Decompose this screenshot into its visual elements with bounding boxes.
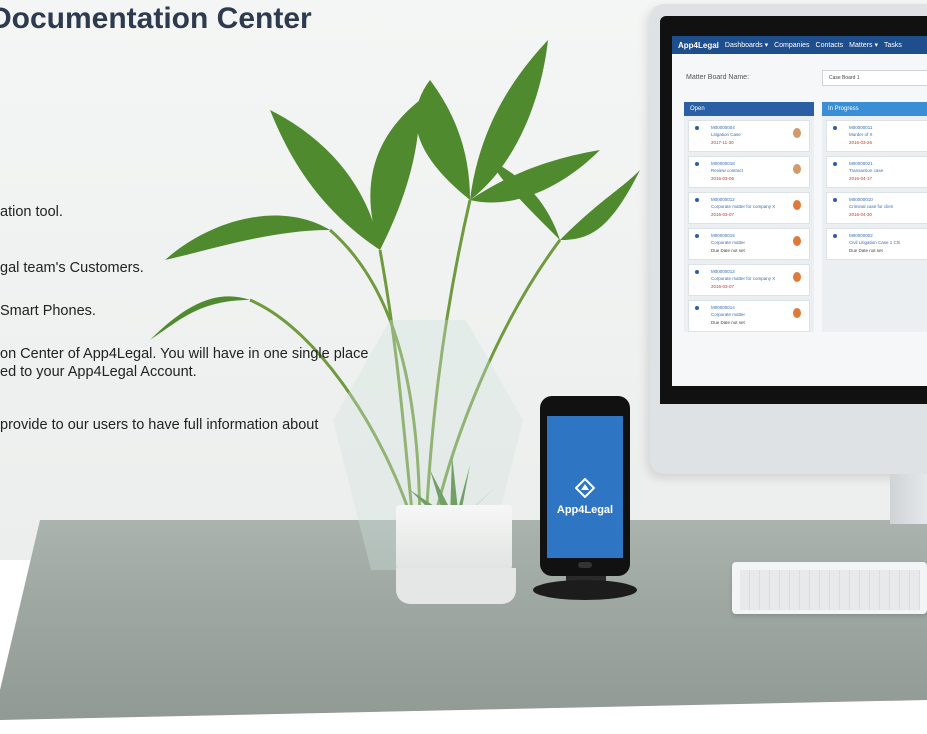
card-name: Criminal case for clien — [849, 204, 894, 209]
card-id: M00000012 — [711, 197, 735, 202]
matter-card[interactable]: M00000012 Corporate matter for company X 2… — [688, 192, 810, 224]
nav-companies[interactable]: Companies — [774, 42, 809, 49]
card-id: M00000004 — [711, 125, 735, 130]
card-date: 2017-11-30 — [711, 140, 734, 145]
column-header: Open — [684, 102, 814, 116]
card-id: M00000011 — [849, 125, 873, 130]
intro-line-4: on Center of App4Legal. You will have in… — [0, 346, 369, 362]
board-column-in-progress: In Progress M00000011 Murder of X 2016-03-… — [822, 102, 927, 332]
card-id: M00000015 — [711, 233, 735, 238]
keyboard — [732, 562, 927, 614]
intro-line-2: gal team's Customers. — [0, 260, 144, 276]
matter-card[interactable]: M00000002 Civil Litigation Case 1 Chi Due … — [826, 228, 927, 260]
card-date: 2016-03-26 — [849, 140, 873, 145]
smartphone: App4Legal — [540, 396, 630, 576]
avatar-icon — [793, 308, 801, 318]
matter-board-label: Matter Board Name: — [686, 74, 750, 81]
card-name: Transaction case — [849, 168, 884, 173]
intro-line-5: ed to your App4Legal Account. — [0, 364, 197, 380]
status-dot-icon — [833, 198, 837, 202]
card-date: Due Date not set — [711, 248, 745, 253]
phone-app-name: App4Legal — [556, 504, 614, 516]
card-name: Review contract — [711, 168, 744, 173]
status-dot-icon — [695, 306, 699, 310]
page-title: Documentation Center — [0, 2, 312, 36]
intro-line-3: Smart Phones. — [0, 303, 96, 319]
matter-board-select[interactable]: Case Board 1 — [822, 70, 927, 86]
matter-card[interactable]: M00000013 Corporate matter for company X 2… — [688, 264, 810, 296]
card-date: 2016-03-07 — [711, 284, 735, 289]
avatar-icon — [793, 200, 801, 210]
matter-card[interactable]: M00000015 Corporate matter Due Date not se… — [688, 228, 810, 260]
card-id: M00000010 — [849, 197, 873, 202]
phone-dock — [533, 580, 637, 600]
column-header: In Progress — [822, 102, 927, 116]
status-dot-icon — [833, 126, 837, 130]
status-dot-icon — [695, 234, 699, 238]
keyboard-keys — [740, 570, 920, 610]
matter-card[interactable]: M00000010 Criminal case for clien 2016-04-… — [826, 192, 927, 224]
avatar-icon — [793, 236, 801, 246]
nav-matters[interactable]: Matters ▾ — [849, 41, 878, 49]
phone-screen: App4Legal — [547, 416, 623, 558]
status-dot-icon — [695, 198, 699, 202]
card-id: M00000014 — [711, 305, 735, 310]
card-id: M00000018 — [711, 161, 735, 166]
avatar-icon — [793, 164, 801, 174]
matter-card[interactable]: M00000011 Murder of X 2016-03-26 — [826, 120, 927, 152]
matter-card[interactable]: M00000004 Litigation Case 2017-11-30 — [688, 120, 810, 152]
app-navbar: App4Legal Dashboards ▾ Companies Contact… — [672, 36, 927, 54]
card-id: M00000021 — [849, 161, 873, 166]
card-date: 2016-03-07 — [711, 212, 735, 217]
intro-line-1: ation tool. — [0, 204, 63, 220]
card-id: M00000013 — [711, 269, 735, 274]
nav-tasks[interactable]: Tasks — [884, 42, 902, 49]
matter-card[interactable]: M00000014 Corporate matter Due Date not se… — [688, 300, 810, 332]
succulent-pot — [396, 505, 512, 575]
card-name: Civil Litigation Case 1 Chi — [849, 240, 901, 245]
status-dot-icon — [695, 162, 699, 166]
nav-contacts[interactable]: Contacts — [816, 42, 844, 49]
intro-line-6: provide to our users to have full inform… — [0, 417, 319, 433]
avatar-icon — [793, 128, 801, 138]
card-name: Corporate matter for company X — [711, 276, 776, 281]
pot-saucer — [396, 568, 516, 604]
card-date: 2016-04-17 — [849, 176, 873, 181]
card-name: Corporate matter for company X — [711, 204, 776, 209]
card-name: Litigation Case — [711, 132, 741, 137]
status-dot-icon — [833, 162, 837, 166]
matter-card[interactable]: M00000018 Review contract 2016-03-06 — [688, 156, 810, 188]
card-name: Corporate matter — [711, 240, 746, 245]
card-date: 2016-03-06 — [711, 176, 735, 181]
card-id: M00000002 — [849, 233, 873, 238]
card-date: Due Date not set — [711, 320, 745, 325]
status-dot-icon — [695, 126, 699, 130]
card-date: Due Date not set — [849, 248, 883, 253]
phone-home-button — [578, 562, 592, 568]
app4legal-logo-icon — [575, 478, 595, 498]
board-column-open: Open M00000004 Litigation Case 2017-11-30 … — [684, 102, 814, 332]
card-name: Murder of X — [849, 132, 873, 137]
nav-dashboards[interactable]: Dashboards ▾ — [725, 41, 768, 49]
monitor-screen: App4Legal Dashboards ▾ Companies Contact… — [672, 36, 927, 386]
avatar-icon — [793, 272, 801, 282]
card-name: Corporate matter — [711, 312, 746, 317]
status-dot-icon — [695, 270, 699, 274]
app4legal-logo: App4Legal — [678, 40, 719, 50]
status-dot-icon — [833, 234, 837, 238]
matter-card[interactable]: M00000021 Transaction case 2016-04-17 — [826, 156, 927, 188]
card-date: 2016-04-30 — [849, 212, 873, 217]
monitor-stand — [890, 474, 927, 524]
